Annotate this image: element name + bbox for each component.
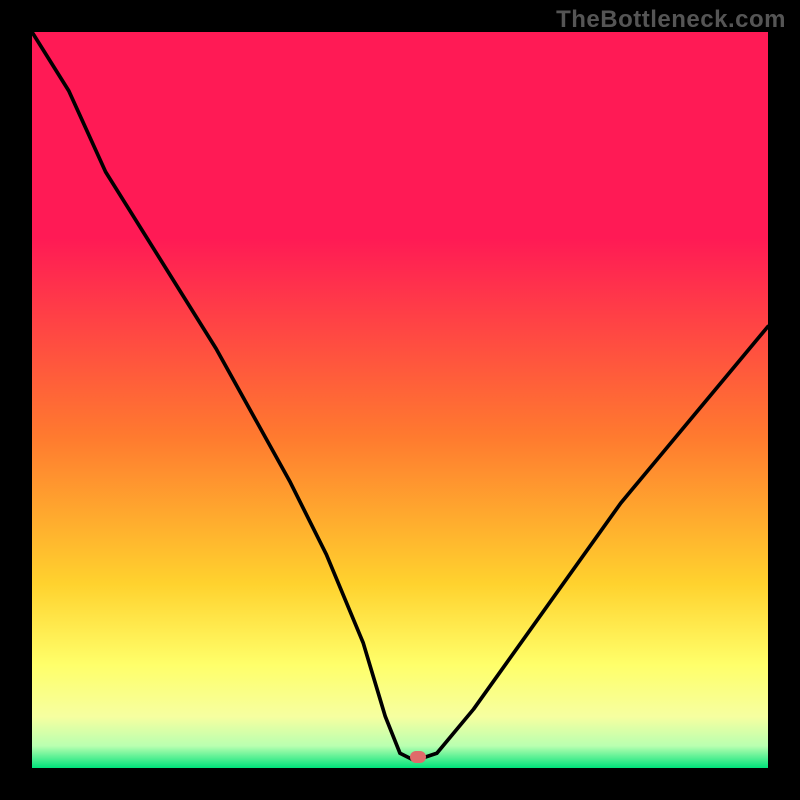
chart-frame: TheBottleneck.com	[0, 0, 800, 800]
watermark-text: TheBottleneck.com	[556, 6, 786, 34]
plot-area	[32, 32, 768, 768]
optimal-point-marker	[410, 751, 426, 763]
bottleneck-curve	[32, 32, 768, 768]
